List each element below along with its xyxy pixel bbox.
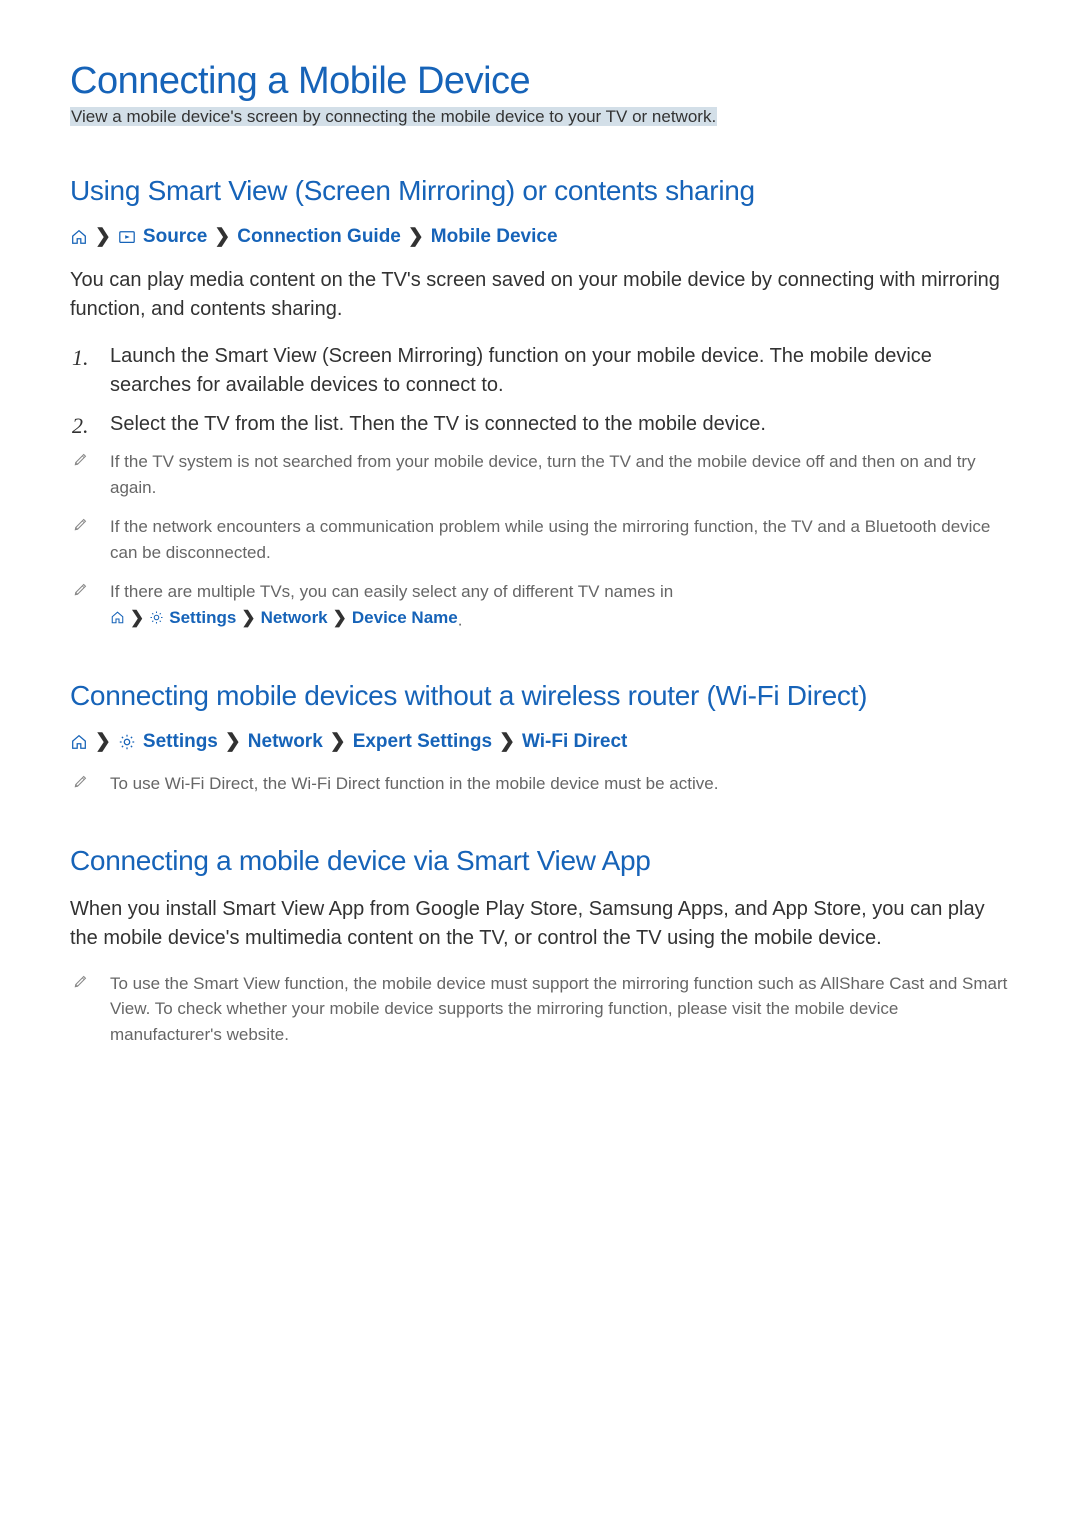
note-item: To use the Smart View function, the mobi… <box>110 971 1010 1048</box>
notes-list: To use the Smart View function, the mobi… <box>70 971 1010 1048</box>
note-item: If the TV system is not searched from yo… <box>110 449 1010 500</box>
note-text: If the network encounters a communicatio… <box>110 517 990 562</box>
note-item: If the network encounters a communicatio… <box>110 514 1010 565</box>
chevron-right-icon: ❯ <box>241 605 255 631</box>
source-icon <box>118 228 136 246</box>
heading-wifi-direct: Connecting mobile devices without a wire… <box>70 680 1010 712</box>
breadcrumb-item-settings[interactable]: Settings <box>169 605 236 631</box>
intro-text: You can play media content on the TV's s… <box>70 266 1010 324</box>
pencil-icon <box>74 516 89 531</box>
breadcrumb-item-network[interactable]: Network <box>261 605 328 631</box>
home-icon <box>70 228 88 246</box>
page-title: Connecting a Mobile Device <box>70 60 1010 103</box>
gear-icon <box>149 610 164 625</box>
notes-list: If the TV system is not searched from yo… <box>70 449 1010 632</box>
breadcrumb-item-expert-settings[interactable]: Expert Settings <box>353 731 492 753</box>
notes-list: To use Wi-Fi Direct, the Wi-Fi Direct fu… <box>70 771 1010 797</box>
chevron-right-icon: ❯ <box>225 730 241 753</box>
heading-smart-view: Using Smart View (Screen Mirroring) or c… <box>70 175 1010 207</box>
note-text: If the TV system is not searched from yo… <box>110 452 976 497</box>
note-item: If there are multiple TVs, you can easil… <box>110 579 1010 632</box>
pencil-icon <box>74 451 89 466</box>
note-text-pre: If there are multiple TVs, you can easil… <box>110 582 673 601</box>
step-item: Launch the Smart View (Screen Mirroring)… <box>110 342 1010 400</box>
section-smart-view-app: Connecting a mobile device via Smart Vie… <box>70 845 1010 1048</box>
breadcrumb-item-connection-guide[interactable]: Connection Guide <box>237 226 401 248</box>
body-text: When you install Smart View App from Goo… <box>70 895 1010 953</box>
gear-icon <box>118 733 136 751</box>
breadcrumb-item-source[interactable]: Source <box>143 226 207 248</box>
chevron-right-icon: ❯ <box>95 730 111 753</box>
heading-smart-view-app: Connecting a mobile device via Smart Vie… <box>70 845 1010 877</box>
steps-list: Launch the Smart View (Screen Mirroring)… <box>70 342 1010 439</box>
chevron-right-icon: ❯ <box>408 225 424 248</box>
section-wifi-direct: Connecting mobile devices without a wire… <box>70 680 1010 797</box>
breadcrumb-item-network[interactable]: Network <box>248 731 323 753</box>
home-icon <box>110 610 125 625</box>
pencil-icon <box>74 773 89 788</box>
note-text: To use Wi-Fi Direct, the Wi-Fi Direct fu… <box>110 774 718 793</box>
breadcrumb: ❯ Source ❯ Connection Guide ❯ Mobile Dev… <box>70 225 1010 248</box>
chevron-right-icon: ❯ <box>330 730 346 753</box>
step-item: Select the TV from the list. Then the TV… <box>110 410 1010 439</box>
home-icon <box>70 733 88 751</box>
chevron-right-icon: ❯ <box>333 605 347 631</box>
breadcrumb: ❯ Settings ❯ Network ❯ Expert Settings ❯… <box>70 730 1010 753</box>
breadcrumb-item-mobile-device[interactable]: Mobile Device <box>431 226 558 248</box>
inline-breadcrumb: ❯ Settings ❯ Network ❯ Device Name <box>110 605 458 631</box>
pencil-icon <box>74 581 89 596</box>
note-item: To use Wi-Fi Direct, the Wi-Fi Direct fu… <box>110 771 1010 797</box>
chevron-right-icon: ❯ <box>214 225 230 248</box>
breadcrumb-item-wifi-direct[interactable]: Wi-Fi Direct <box>522 731 627 753</box>
breadcrumb-item-settings[interactable]: Settings <box>143 731 218 753</box>
chevron-right-icon: ❯ <box>499 730 515 753</box>
breadcrumb-item-device-name[interactable]: Device Name <box>352 605 458 631</box>
note-text: To use the Smart View function, the mobi… <box>110 974 1007 1044</box>
page-subtitle: View a mobile device's screen by connect… <box>70 107 717 126</box>
chevron-right-icon: ❯ <box>95 225 111 248</box>
pencil-icon <box>74 973 89 988</box>
note-text-post: . <box>458 610 463 629</box>
chevron-right-icon: ❯ <box>130 605 144 631</box>
section-smart-view: Using Smart View (Screen Mirroring) or c… <box>70 175 1010 632</box>
